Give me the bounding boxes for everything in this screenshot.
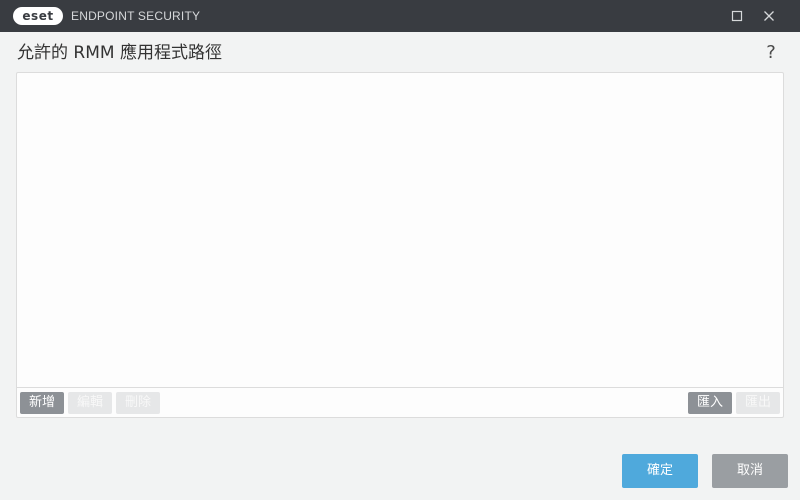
paths-list[interactable] — [17, 73, 783, 387]
eset-logo: eset — [13, 7, 63, 25]
maximize-icon — [731, 10, 743, 22]
add-button[interactable]: 新增 — [20, 392, 64, 414]
import-button[interactable]: 匯入 — [688, 392, 732, 414]
title-bar: eset ENDPOINT SECURITY — [0, 0, 800, 32]
maximize-button[interactable] — [721, 0, 753, 32]
edit-button[interactable]: 編輯 — [68, 392, 112, 414]
page-title: 允許的 RMM 應用程式路徑 — [17, 43, 222, 63]
close-icon — [764, 11, 774, 21]
ok-button[interactable]: 確定 — [622, 454, 698, 488]
app-name: ENDPOINT SECURITY — [71, 9, 201, 23]
logo-text: eset — [22, 9, 54, 23]
list-toolbar: 新增 編輯 刪除 匯入 匯出 — [17, 387, 783, 417]
paths-list-panel: 新增 編輯 刪除 匯入 匯出 — [16, 72, 784, 418]
help-button[interactable]: ? — [762, 41, 780, 65]
delete-button[interactable]: 刪除 — [116, 392, 160, 414]
cancel-button[interactable]: 取消 — [712, 454, 788, 488]
close-button[interactable] — [753, 0, 785, 32]
export-button[interactable]: 匯出 — [736, 392, 780, 414]
